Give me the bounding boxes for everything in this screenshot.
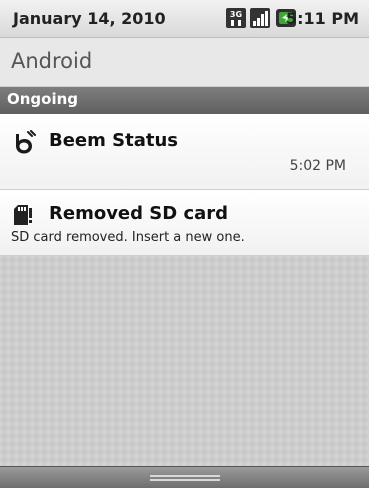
- status-time: 5:11 PM: [286, 9, 360, 28]
- sd-card-icon: [14, 205, 32, 225]
- section-label: Ongoing: [7, 90, 79, 108]
- notification-text: SD card removed. Insert a new one.: [11, 230, 245, 245]
- beem-icon: [16, 130, 36, 154]
- status-date: January 14, 2010: [13, 9, 166, 28]
- svg-text:3G: 3G: [230, 10, 242, 19]
- status-bar[interactable]: January 14, 2010 3G 5:11 PM: [0, 0, 369, 38]
- signal-strength-icon: [250, 8, 270, 28]
- notification-removed-sd-card[interactable]: Removed SD card SD card removed. Insert …: [0, 190, 369, 256]
- carrier-label: Android: [11, 49, 93, 73]
- notification-empty-area: [0, 256, 369, 488]
- notification-time: 5:02 PM: [289, 158, 346, 174]
- drag-handle[interactable]: [0, 466, 369, 488]
- carrier-bar: Android: [0, 38, 369, 87]
- section-header-ongoing: Ongoing: [0, 87, 369, 114]
- notification-title: Beem Status: [49, 130, 179, 151]
- 3g-icon: 3G: [226, 8, 246, 28]
- drag-grip: [150, 475, 220, 481]
- notification-title: Removed SD card: [49, 203, 229, 224]
- notification-beem-status[interactable]: Beem Status 5:02 PM: [0, 114, 369, 190]
